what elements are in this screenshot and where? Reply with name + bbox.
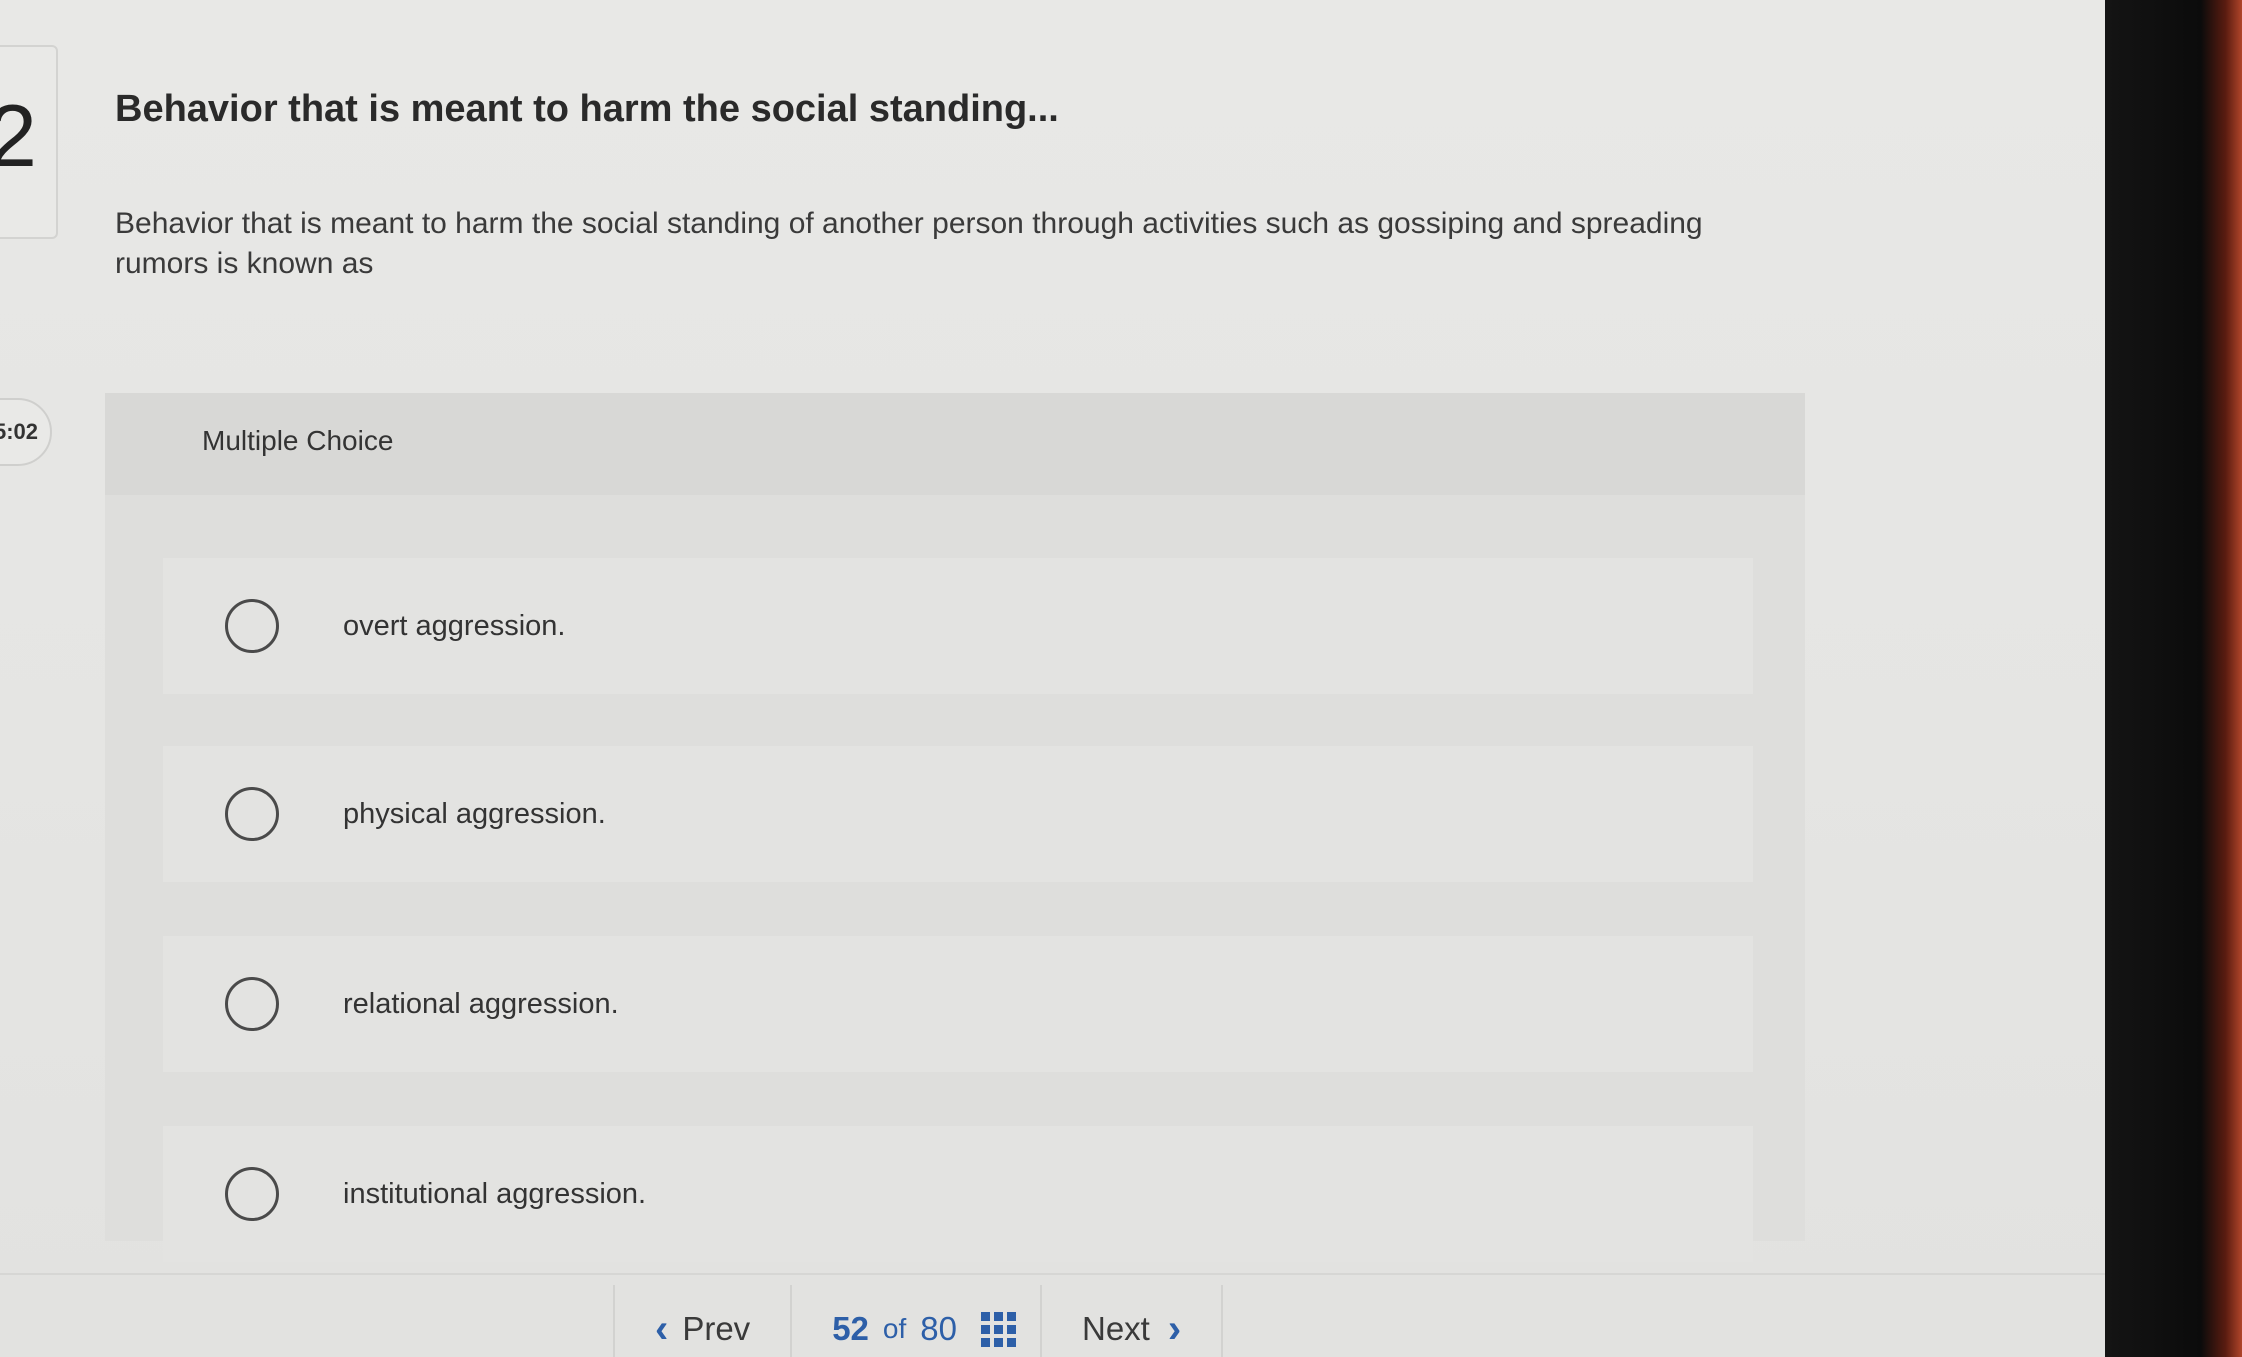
prev-label: Prev bbox=[682, 1310, 751, 1347]
answer-option-label[interactable]: physical aggression. bbox=[343, 798, 606, 831]
pager-divider bbox=[1221, 1285, 1224, 1357]
device-bezel bbox=[2105, 0, 2242, 1357]
answer-option-label[interactable]: institutional aggression. bbox=[343, 1178, 646, 1211]
grid-icon bbox=[980, 1311, 1016, 1347]
prev-button[interactable]: ‹ Prev bbox=[615, 1301, 790, 1357]
next-button[interactable]: Next › bbox=[1042, 1301, 1221, 1357]
radio-button[interactable] bbox=[225, 977, 279, 1031]
question-title: Behavior that is meant to harm the socia… bbox=[115, 88, 1059, 130]
answer-option[interactable]: overt aggression. bbox=[163, 558, 1753, 694]
radio-button[interactable] bbox=[225, 599, 279, 653]
page-of-label: of bbox=[882, 1313, 907, 1344]
multiple-choice-header: Multiple Choice bbox=[105, 393, 1805, 495]
page-overview-button[interactable]: 52 of 80 bbox=[792, 1301, 1040, 1357]
footer-divider bbox=[0, 1273, 2105, 1275]
total-pages: 80 bbox=[920, 1310, 957, 1347]
radio-button[interactable] bbox=[225, 787, 279, 841]
multiple-choice-label: Multiple Choice bbox=[202, 425, 394, 456]
chevron-left-icon: ‹ bbox=[655, 1307, 669, 1351]
chevron-right-icon: › bbox=[1167, 1307, 1182, 1351]
screen: 2 5:02 Behavior that is meant to harm th… bbox=[0, 0, 2105, 1357]
answer-option[interactable]: institutional aggression. bbox=[163, 1126, 1753, 1262]
answer-option-label[interactable]: overt aggression. bbox=[343, 610, 565, 643]
answer-option[interactable]: relational aggression. bbox=[163, 936, 1753, 1072]
question-number: 2 bbox=[0, 86, 37, 185]
radio-button[interactable] bbox=[225, 1167, 279, 1221]
answer-option[interactable]: physical aggression. bbox=[163, 746, 1753, 882]
question-prompt: Behavior that is meant to harm the socia… bbox=[115, 207, 1703, 280]
pagination-bar: ‹ Prev 52 of 80 Next › bbox=[613, 1285, 1293, 1357]
answer-option-label[interactable]: relational aggression. bbox=[343, 988, 619, 1021]
next-label: Next bbox=[1081, 1310, 1150, 1347]
current-page: 52 bbox=[832, 1310, 869, 1347]
timer-badge: 5:02 bbox=[0, 398, 52, 466]
multiple-choice-card: Multiple Choice overt aggression. physic… bbox=[105, 393, 1805, 1262]
